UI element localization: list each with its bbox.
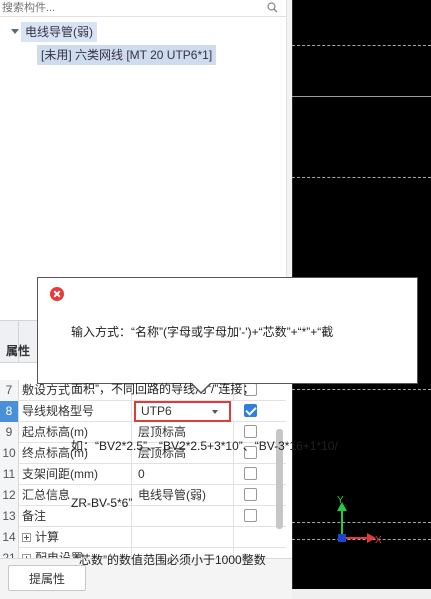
search-bar <box>0 0 286 17</box>
tooltip-line: “芯数”的数值范围必须小于1000整数 <box>75 553 266 567</box>
error-icon <box>50 287 64 301</box>
tooltip-line: 输入方式：“名称”(字母或字母加'-')+“芯数”+“*”+“截 <box>71 325 334 339</box>
search-input[interactable] <box>0 0 262 16</box>
tree-item-parent[interactable]: 电线导管(弱) <box>8 22 286 42</box>
grid-line <box>292 96 431 97</box>
row-group-label: 计算 <box>35 530 60 544</box>
row-number: 7 <box>0 380 19 401</box>
tooltip-pointer-fill <box>192 383 210 392</box>
properties-header-label: 属性 <box>6 344 31 358</box>
tooltip-text: 输入方式：“名称”(字母或字母加'-')+“芯数”+“*”+“截 面积”，不同回… <box>71 285 411 599</box>
tooltip-line: 面积”，不同回路的导线用“/”连接； <box>71 382 255 396</box>
row-number: 9 <box>0 422 19 443</box>
row-number: 13 <box>0 506 19 527</box>
tree-item-child-label[interactable]: [未用] 六类网线 [MT 20 UTP6*1] <box>37 45 217 65</box>
component-tree: 电线导管(弱) [未用] 六类网线 [MT 20 UTP6*1] <box>0 22 286 65</box>
grid-line <box>292 45 431 46</box>
search-icon[interactable] <box>267 2 278 13</box>
tree-item-child[interactable]: [未用] 六类网线 [MT 20 UTP6*1] <box>0 45 286 65</box>
tooltip-line: ZR-BV-5*6” <box>71 496 133 510</box>
expand-plus-icon[interactable] <box>22 533 31 542</box>
row-number: 12 <box>0 485 19 506</box>
input-format-tooltip: 输入方式：“名称”(字母或字母加'-')+“芯数”+“*”+“截 面积”，不同回… <box>37 277 418 567</box>
expand-arrow-icon[interactable] <box>11 29 19 34</box>
tree-item-parent-label[interactable]: 电线导管(弱) <box>21 22 97 42</box>
row-number: 11 <box>0 464 19 485</box>
tooltip-line: 如：“BV2*2.5”、“BV2*2.5+3*10”、“BV-3*16+1*10… <box>71 439 338 453</box>
row-number: 10 <box>0 443 19 464</box>
row-number: 8 <box>0 401 19 422</box>
row-number: 14 <box>0 527 19 548</box>
grid-line <box>292 177 431 178</box>
